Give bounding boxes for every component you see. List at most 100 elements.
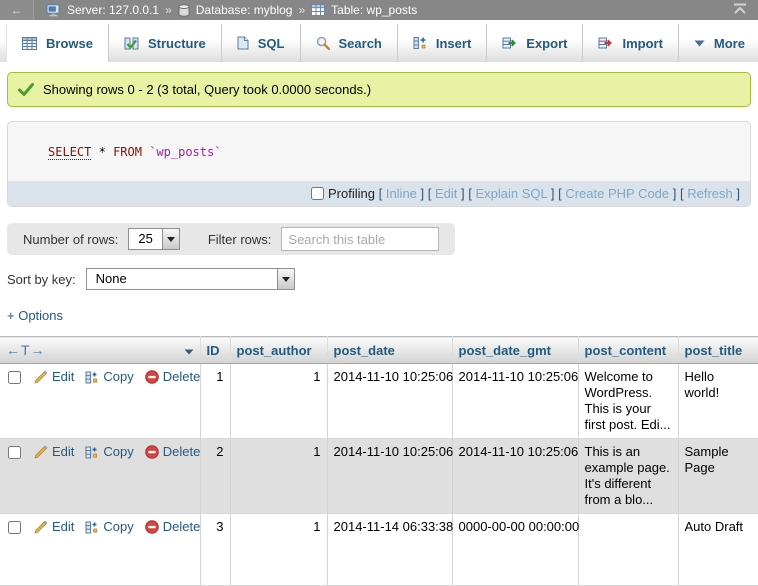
table-body: Edit Copy Delete 1 1 2014-11-10 10:25:06… [0, 364, 758, 586]
cell-post-date-gmt: 2014-11-10 10:25:06 [452, 364, 578, 439]
database-icon [178, 4, 190, 17]
export-icon [502, 36, 517, 50]
back-arrow-icon: ← [11, 3, 23, 17]
cell-post-author: 1 [230, 364, 327, 439]
filter-rows-input[interactable] [281, 227, 439, 251]
number-of-rows-value: 25 [129, 229, 161, 249]
tab-insert[interactable]: Insert [398, 24, 487, 62]
row-actions-cell: Edit Copy Delete [0, 364, 200, 439]
column-header-post-date-gmt[interactable]: post_date_gmt [452, 337, 578, 364]
edit-link[interactable]: Edit [34, 519, 74, 535]
server-icon [46, 4, 61, 17]
tab-label: Import [622, 36, 662, 51]
cell-post-date-gmt: 0000-00-00 00:00:00 [452, 514, 578, 586]
sql-keyword-from: FROM [113, 145, 142, 159]
cell-post-date: 2014-11-10 10:25:06 [327, 439, 452, 514]
delete-icon [145, 445, 159, 459]
sort-by-key-label: Sort by key: [7, 272, 76, 287]
delete-link[interactable]: Delete [145, 444, 201, 460]
profiling-link[interactable]: Inline [386, 186, 417, 201]
insert-icon [413, 36, 427, 50]
browse-icon [22, 37, 37, 50]
copy-icon [85, 446, 99, 459]
profiling-links: [ Inline ] [ Edit ] [ Explain SQL ] [ Cr… [375, 186, 740, 201]
tab-label: Structure [148, 36, 206, 51]
row-checkbox[interactable] [8, 521, 21, 534]
sql-keyword-select[interactable]: SELECT [48, 145, 91, 160]
cell-post-content [578, 514, 678, 586]
profiling-link[interactable]: Create PHP Code [565, 186, 669, 201]
copy-link[interactable]: Copy [85, 519, 133, 535]
row-actions-cell: Edit Copy Delete [0, 439, 200, 514]
tab-label: Export [526, 36, 567, 51]
cell-post-date-gmt: 2014-11-10 10:25:06 [452, 439, 578, 514]
select-arrow-icon [277, 269, 294, 289]
cell-post-author: 1 [230, 514, 327, 586]
sort-by-key-select[interactable]: None [86, 268, 295, 290]
row-checkbox[interactable] [8, 371, 21, 384]
tab-structure[interactable]: Structure [109, 24, 222, 62]
cell-post-title: Sample Page [678, 439, 758, 514]
delete-link[interactable]: Delete [145, 519, 201, 535]
delete-label: Delete [163, 369, 201, 385]
collapse-button[interactable] [732, 3, 748, 18]
back-button[interactable]: ← [0, 0, 34, 20]
import-icon [598, 36, 613, 50]
tab-sql[interactable]: SQL [222, 24, 301, 62]
success-message: Showing rows 0 - 2 (3 total, Query took … [7, 72, 751, 107]
edit-link[interactable]: Edit [34, 444, 74, 460]
header-options-chevron-icon[interactable] [184, 343, 194, 358]
tab-bar: Browse Structure SQL Search Insert Expor… [0, 20, 758, 62]
profiling-link[interactable]: Edit [435, 186, 457, 201]
copy-link[interactable]: Copy [85, 369, 133, 385]
tab-browse[interactable]: Browse [6, 24, 109, 62]
column-header-post-content[interactable]: post_content [578, 337, 678, 364]
column-header-post-title[interactable]: post_title [678, 337, 758, 364]
column-header-post-date[interactable]: post_date [327, 337, 452, 364]
delete-link[interactable]: Delete [145, 369, 201, 385]
tab-export[interactable]: Export [487, 24, 583, 62]
pencil-icon [34, 445, 48, 459]
delete-label: Delete [163, 444, 201, 460]
tab-label: Browse [46, 36, 93, 51]
chevron-down-icon [694, 40, 705, 47]
breadcrumb-server[interactable]: Server: 127.0.0.1 [67, 3, 159, 17]
cell-post-title: Hello world! [678, 364, 758, 439]
copy-label: Copy [103, 519, 133, 535]
breadcrumb-database[interactable]: Database: myblog [196, 3, 293, 17]
column-browse-widget[interactable]: ←T→ [6, 342, 46, 358]
copy-icon [85, 371, 99, 384]
tab-label: Search [339, 36, 382, 51]
copy-link[interactable]: Copy [85, 444, 133, 460]
breadcrumb-table[interactable]: Table: wp_posts [331, 3, 417, 17]
tab-more[interactable]: More [679, 24, 758, 62]
structure-icon [124, 37, 139, 50]
sql-icon [237, 36, 249, 50]
table-header-row: ←T→ ID post_author post_date post_date_g… [0, 337, 758, 364]
bracket: [ [554, 186, 565, 201]
profiling-link[interactable]: Refresh [687, 186, 733, 201]
column-header-post-author[interactable]: post_author [230, 337, 327, 364]
breadcrumb: Server: 127.0.0.1 » Database: myblog » T… [46, 3, 732, 17]
options-toggle-link[interactable]: + Options [7, 308, 63, 323]
row-checkbox[interactable] [8, 446, 21, 459]
cell-id: 3 [200, 514, 230, 586]
tab-search[interactable]: Search [301, 24, 398, 62]
profiling-checkbox[interactable] [311, 187, 324, 200]
select-arrow-icon [162, 229, 179, 249]
number-of-rows-select[interactable]: 25 [128, 228, 179, 250]
tab-import[interactable]: Import [583, 24, 678, 62]
edit-link[interactable]: Edit [34, 369, 74, 385]
copy-label: Copy [103, 369, 133, 385]
search-icon [316, 36, 330, 50]
sql-query-text: SELECT * FROM `wp_posts` [8, 122, 750, 181]
row-controls-bar: Number of rows: 25 Filter rows: [7, 223, 455, 255]
cell-post-date: 2014-11-10 10:25:06 [327, 364, 452, 439]
delete-icon [145, 520, 159, 534]
edit-label: Edit [52, 444, 74, 460]
pencil-icon [34, 520, 48, 534]
profiling-link[interactable]: Explain SQL [475, 186, 547, 201]
tab-label: Insert [436, 36, 471, 51]
table-row: Edit Copy Delete 1 1 2014-11-10 10:25:06… [0, 364, 758, 439]
column-header-id[interactable]: ID [200, 337, 230, 364]
